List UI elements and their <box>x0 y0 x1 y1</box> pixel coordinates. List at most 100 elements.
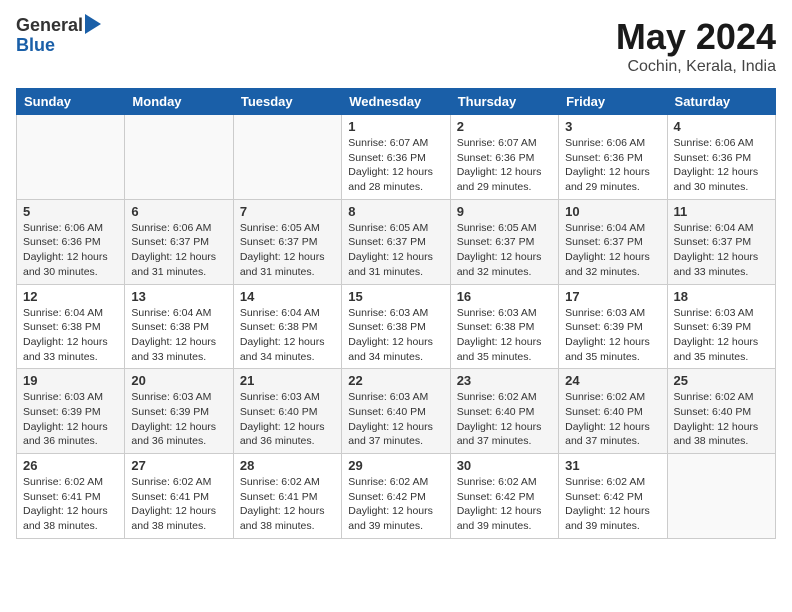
calendar-cell: 27Sunrise: 6:02 AMSunset: 6:41 PMDayligh… <box>125 454 233 539</box>
calendar-cell: 13Sunrise: 6:04 AMSunset: 6:38 PMDayligh… <box>125 284 233 369</box>
calendar-header: SundayMondayTuesdayWednesdayThursdayFrid… <box>17 89 776 115</box>
day-info: Sunrise: 6:06 AMSunset: 6:37 PMDaylight:… <box>131 221 226 280</box>
weekday-header-friday: Friday <box>559 89 667 115</box>
day-number: 1 <box>348 119 443 134</box>
day-info: Sunrise: 6:02 AMSunset: 6:42 PMDaylight:… <box>457 475 552 534</box>
calendar-week-1: 1 Sunrise: 6:07 AMSunset: 6:36 PMDaylight… <box>17 115 776 200</box>
day-info: Sunrise: 6:02 AMSunset: 6:42 PMDaylight:… <box>348 475 443 534</box>
day-info: Sunrise: 6:02 AMSunset: 6:40 PMDaylight:… <box>457 390 552 449</box>
day-number: 28 <box>240 458 335 473</box>
calendar-cell: 8 Sunrise: 6:05 AMSunset: 6:37 PMDaylight… <box>342 199 450 284</box>
day-info: Sunrise: 6:06 AMSunset: 6:36 PMDaylight:… <box>674 136 769 195</box>
day-number: 23 <box>457 373 552 388</box>
day-info: Sunrise: 6:06 AMSunset: 6:36 PMDaylight:… <box>565 136 660 195</box>
day-number: 5 <box>23 204 118 219</box>
calendar-table: SundayMondayTuesdayWednesdayThursdayFrid… <box>16 88 776 539</box>
day-info: Sunrise: 6:07 AMSunset: 6:36 PMDaylight:… <box>348 136 443 195</box>
day-number: 14 <box>240 289 335 304</box>
calendar-cell: 14 Sunrise: 6:04 AMSunset: 6:38 PMDayligh… <box>233 284 341 369</box>
day-number: 9 <box>457 204 552 219</box>
calendar-cell: 3Sunrise: 6:06 AMSunset: 6:36 PMDaylight… <box>559 115 667 200</box>
day-number: 15 <box>348 289 443 304</box>
day-number: 29 <box>348 458 443 473</box>
weekday-header-row: SundayMondayTuesdayWednesdayThursdayFrid… <box>17 89 776 115</box>
calendar-cell: 15 Sunrise: 6:03 AMSunset: 6:38 PMDayligh… <box>342 284 450 369</box>
day-number: 19 <box>23 373 118 388</box>
day-info: Sunrise: 6:03 AMSunset: 6:39 PMDaylight:… <box>565 306 660 365</box>
calendar-cell: 2 Sunrise: 6:07 AMSunset: 6:36 PMDaylight… <box>450 115 558 200</box>
day-number: 10 <box>565 204 660 219</box>
day-number: 2 <box>457 119 552 134</box>
day-info: Sunrise: 6:02 AMSunset: 6:41 PMDaylight:… <box>131 475 226 534</box>
calendar-cell: 10 Sunrise: 6:04 AMSunset: 6:37 PMDayligh… <box>559 199 667 284</box>
day-info: Sunrise: 6:04 AMSunset: 6:38 PMDaylight:… <box>240 306 335 365</box>
weekday-header-thursday: Thursday <box>450 89 558 115</box>
day-number: 21 <box>240 373 335 388</box>
day-number: 24 <box>565 373 660 388</box>
day-number: 30 <box>457 458 552 473</box>
calendar-cell: 19 Sunrise: 6:03 AMSunset: 6:39 PMDayligh… <box>17 369 125 454</box>
calendar-cell: 12Sunrise: 6:04 AMSunset: 6:38 PMDayligh… <box>17 284 125 369</box>
weekday-header-wednesday: Wednesday <box>342 89 450 115</box>
logo-arrow-icon <box>85 14 101 34</box>
calendar-week-2: 5 Sunrise: 6:06 AMSunset: 6:36 PMDaylight… <box>17 199 776 284</box>
calendar-cell: 17Sunrise: 6:03 AMSunset: 6:39 PMDayligh… <box>559 284 667 369</box>
day-info: Sunrise: 6:04 AMSunset: 6:37 PMDaylight:… <box>565 221 660 280</box>
day-number: 25 <box>674 373 769 388</box>
day-number: 26 <box>23 458 118 473</box>
day-number: 18 <box>674 289 769 304</box>
day-number: 31 <box>565 458 660 473</box>
day-number: 4 <box>674 119 769 134</box>
weekday-header-sunday: Sunday <box>17 89 125 115</box>
day-info: Sunrise: 6:03 AMSunset: 6:39 PMDaylight:… <box>23 390 118 449</box>
calendar-cell: 7Sunrise: 6:05 AMSunset: 6:37 PMDaylight… <box>233 199 341 284</box>
day-info: Sunrise: 6:06 AMSunset: 6:36 PMDaylight:… <box>23 221 118 280</box>
day-info: Sunrise: 6:03 AMSunset: 6:38 PMDaylight:… <box>348 306 443 365</box>
calendar-cell: 5 Sunrise: 6:06 AMSunset: 6:36 PMDaylight… <box>17 199 125 284</box>
weekday-header-monday: Monday <box>125 89 233 115</box>
day-number: 8 <box>348 204 443 219</box>
day-info: Sunrise: 6:03 AMSunset: 6:39 PMDaylight:… <box>674 306 769 365</box>
day-info: Sunrise: 6:02 AMSunset: 6:42 PMDaylight:… <box>565 475 660 534</box>
day-info: Sunrise: 6:05 AMSunset: 6:37 PMDaylight:… <box>457 221 552 280</box>
calendar-cell <box>17 115 125 200</box>
calendar-cell: 26 Sunrise: 6:02 AMSunset: 6:41 PMDayligh… <box>17 454 125 539</box>
calendar-cell: 20 Sunrise: 6:03 AMSunset: 6:39 PMDayligh… <box>125 369 233 454</box>
calendar-week-5: 26 Sunrise: 6:02 AMSunset: 6:41 PMDayligh… <box>17 454 776 539</box>
day-info: Sunrise: 6:05 AMSunset: 6:37 PMDaylight:… <box>348 221 443 280</box>
calendar-week-3: 12 Sunrise: 6:04 AMSunset: 6:38 PMDayligh… <box>17 284 776 369</box>
day-number: 20 <box>131 373 226 388</box>
title-block: May 2024 Cochin, Kerala, India <box>616 16 776 76</box>
weekday-header-tuesday: Tuesday <box>233 89 341 115</box>
day-info: Sunrise: 6:03 AMSunset: 6:39 PMDaylight:… <box>131 390 226 449</box>
calendar-cell: 4 Sunrise: 6:06 AMSunset: 6:36 PMDaylight… <box>667 115 775 200</box>
calendar-cell: 29 Sunrise: 6:02 AMSunset: 6:42 PMDayligh… <box>342 454 450 539</box>
calendar-cell: 30 Sunrise: 6:02 AMSunset: 6:42 PMDayligh… <box>450 454 558 539</box>
day-info: Sunrise: 6:03 AMSunset: 6:40 PMDaylight:… <box>348 390 443 449</box>
logo-blue: Blue <box>16 36 101 56</box>
calendar-cell: 28 Sunrise: 6:02 AMSunset: 6:41 PMDayligh… <box>233 454 341 539</box>
weekday-header-saturday: Saturday <box>667 89 775 115</box>
calendar-cell: 16Sunrise: 6:03 AMSunset: 6:38 PMDayligh… <box>450 284 558 369</box>
calendar-cell: 6Sunrise: 6:06 AMSunset: 6:37 PMDaylight… <box>125 199 233 284</box>
calendar-cell: 23 Sunrise: 6:02 AMSunset: 6:40 PMDayligh… <box>450 369 558 454</box>
calendar-cell: 25Sunrise: 6:02 AMSunset: 6:40 PMDayligh… <box>667 369 775 454</box>
logo-general: General <box>16 16 83 36</box>
day-info: Sunrise: 6:03 AMSunset: 6:40 PMDaylight:… <box>240 390 335 449</box>
calendar-cell: 22Sunrise: 6:03 AMSunset: 6:40 PMDayligh… <box>342 369 450 454</box>
calendar-cell: 11Sunrise: 6:04 AMSunset: 6:37 PMDayligh… <box>667 199 775 284</box>
calendar-cell: 1 Sunrise: 6:07 AMSunset: 6:36 PMDaylight… <box>342 115 450 200</box>
day-number: 16 <box>457 289 552 304</box>
calendar-cell <box>233 115 341 200</box>
day-info: Sunrise: 6:07 AMSunset: 6:36 PMDaylight:… <box>457 136 552 195</box>
calendar-cell: 31 Sunrise: 6:02 AMSunset: 6:42 PMDayligh… <box>559 454 667 539</box>
day-number: 12 <box>23 289 118 304</box>
day-info: Sunrise: 6:02 AMSunset: 6:41 PMDaylight:… <box>23 475 118 534</box>
page-subtitle: Cochin, Kerala, India <box>616 58 776 76</box>
page-title: May 2024 <box>616 16 776 58</box>
page-header: General Blue May 2024 Cochin, Kerala, In… <box>16 16 776 76</box>
day-info: Sunrise: 6:02 AMSunset: 6:41 PMDaylight:… <box>240 475 335 534</box>
day-info: Sunrise: 6:04 AMSunset: 6:37 PMDaylight:… <box>674 221 769 280</box>
calendar-cell <box>125 115 233 200</box>
day-number: 7 <box>240 204 335 219</box>
